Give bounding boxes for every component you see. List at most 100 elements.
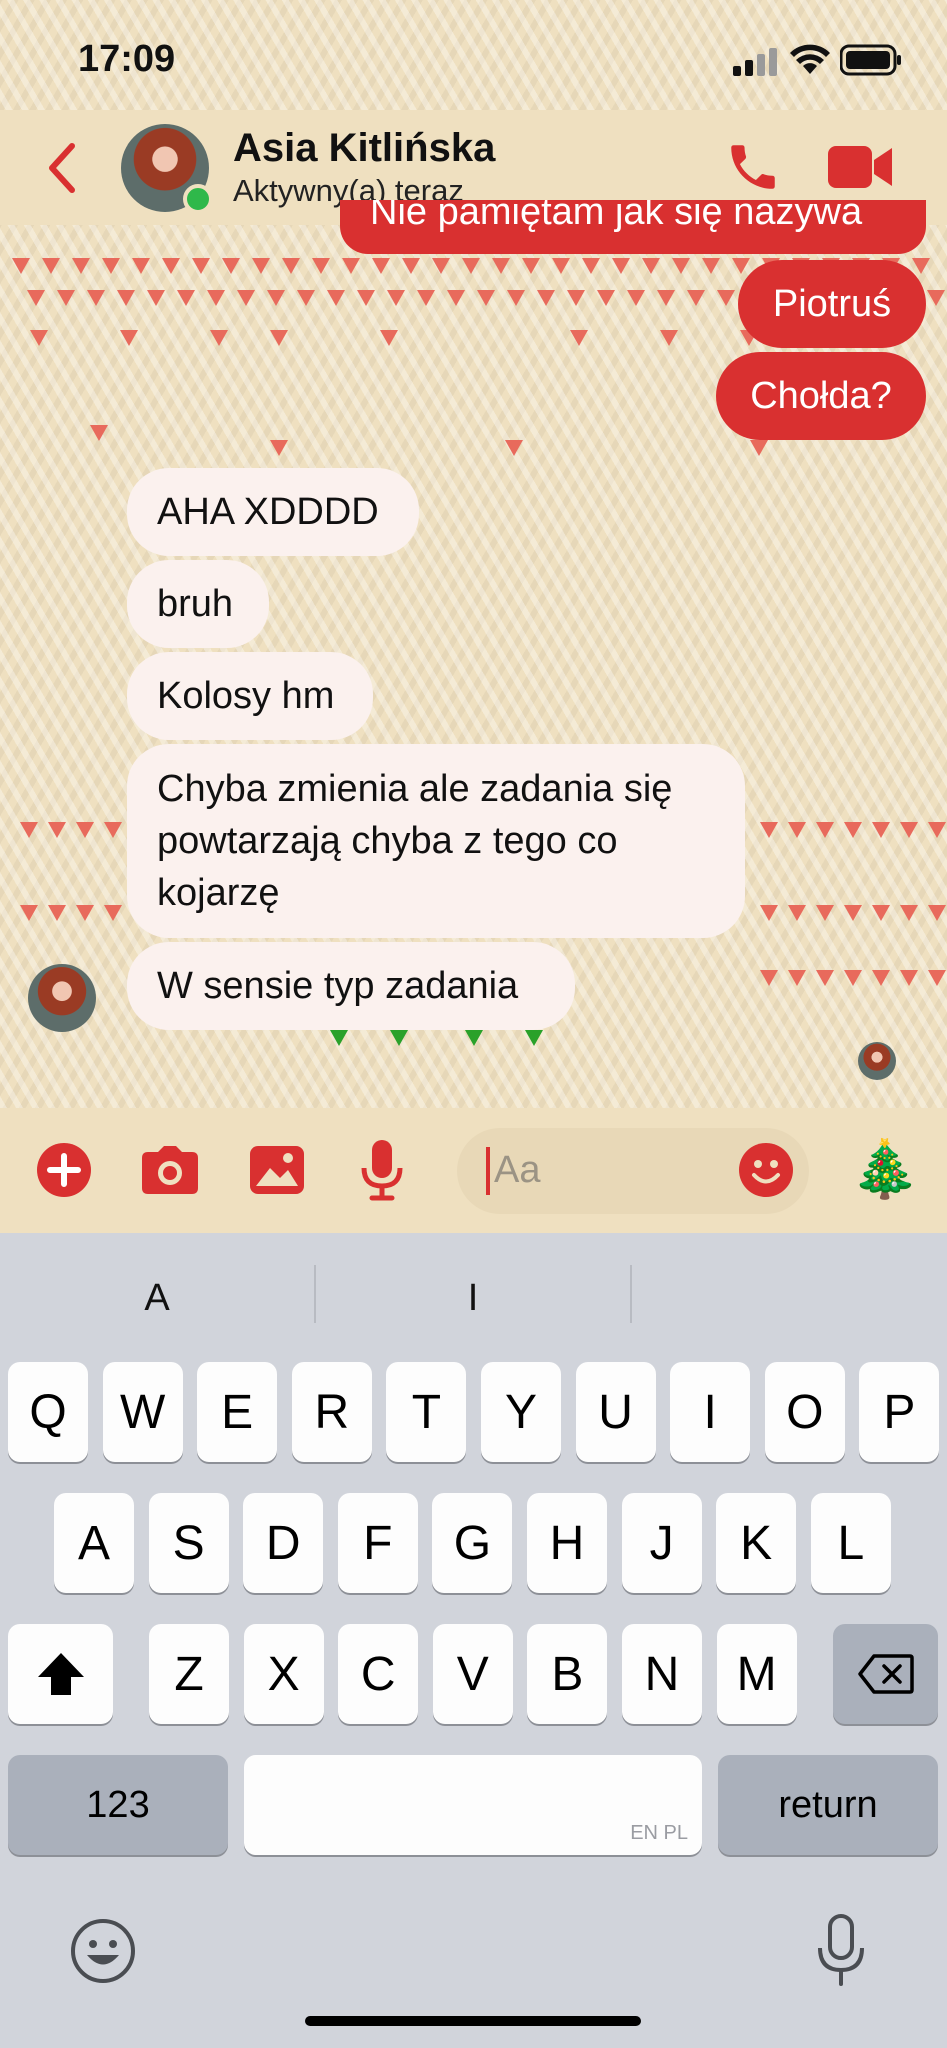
key-t[interactable]: T xyxy=(386,1362,467,1462)
key-j[interactable]: J xyxy=(621,1493,702,1593)
video-camera-icon[interactable] xyxy=(826,142,894,192)
knit-stitch xyxy=(207,290,225,306)
knit-stitch xyxy=(30,330,48,346)
message-input-placeholder: Aa xyxy=(494,1149,541,1191)
message-bubble-outgoing[interactable]: Chołda? xyxy=(716,352,926,440)
key-h[interactable]: H xyxy=(527,1493,607,1593)
key-m[interactable]: M xyxy=(716,1624,797,1724)
knit-stitch xyxy=(750,440,768,456)
knit-stitch xyxy=(162,258,180,274)
key-i[interactable]: I xyxy=(670,1362,751,1462)
emoji-key-icon[interactable] xyxy=(70,1918,136,1984)
status-time: 17:09 xyxy=(78,38,176,80)
message-bubble-incoming[interactable]: AHA XDDDD xyxy=(127,468,419,556)
knit-stitch xyxy=(380,330,398,346)
shift-key[interactable] xyxy=(8,1624,113,1724)
key-n[interactable]: N xyxy=(622,1624,702,1724)
knit-stitch xyxy=(844,970,862,986)
knit-stitch xyxy=(760,822,778,838)
knit-stitch xyxy=(102,258,120,274)
message-bubble-incoming[interactable]: W sensie typ zadania xyxy=(127,942,575,1030)
key-q[interactable]: Q xyxy=(8,1362,88,1462)
knit-stitch xyxy=(657,290,675,306)
image-icon[interactable] xyxy=(248,1144,306,1196)
quick-reaction-button[interactable]: 🎄 xyxy=(850,1136,920,1202)
plus-icon[interactable] xyxy=(36,1142,92,1198)
key-g[interactable]: G xyxy=(432,1493,513,1593)
key-c[interactable]: C xyxy=(338,1624,419,1724)
key-k[interactable]: K xyxy=(716,1493,797,1593)
message-bubble-outgoing[interactable]: Piotruś xyxy=(738,260,926,348)
smiley-icon[interactable] xyxy=(738,1142,794,1198)
key-r[interactable]: R xyxy=(291,1362,372,1462)
knit-stitch xyxy=(672,258,690,274)
knit-stitch xyxy=(297,290,315,306)
knit-stitch xyxy=(72,258,90,274)
knit-stitch xyxy=(816,822,834,838)
knit-stitch xyxy=(462,258,480,274)
suggestion-2[interactable]: I xyxy=(316,1268,630,1328)
phone-icon[interactable] xyxy=(724,138,782,196)
knit-stitch xyxy=(505,440,523,456)
knit-stitch xyxy=(237,290,255,306)
suggestion-1[interactable]: A xyxy=(0,1268,314,1328)
knit-stitch xyxy=(660,330,678,346)
knit-stitch xyxy=(177,290,195,306)
key-b[interactable]: B xyxy=(527,1624,608,1724)
key-v[interactable]: V xyxy=(432,1624,513,1724)
message-bubble-incoming[interactable]: Kolosy hm xyxy=(127,652,373,740)
knit-stitch xyxy=(507,290,525,306)
sender-avatar[interactable] xyxy=(28,964,96,1032)
contact-name[interactable]: Asia Kitlińska xyxy=(233,126,495,171)
key-y[interactable]: Y xyxy=(481,1362,561,1462)
message-bubble-outgoing[interactable]: Nie pamiętam jak się nazywa xyxy=(340,200,926,254)
space-bar[interactable]: EN PL xyxy=(244,1755,702,1855)
knit-stitch xyxy=(192,258,210,274)
knit-stitch xyxy=(76,822,94,838)
knit-stitch xyxy=(270,440,288,456)
key-d[interactable]: D xyxy=(243,1493,324,1593)
key-p[interactable]: P xyxy=(859,1362,940,1462)
knit-stitch xyxy=(477,290,495,306)
knit-stitch xyxy=(147,290,165,306)
wifi-icon xyxy=(790,44,830,76)
key-s[interactable]: S xyxy=(148,1493,229,1593)
message-bubble-incoming[interactable]: Chyba zmienia ale zadania się powtarzają… xyxy=(127,744,745,938)
key-x[interactable]: X xyxy=(243,1624,324,1724)
suggestion-3[interactable] xyxy=(632,1268,947,1328)
knit-stitch xyxy=(900,970,918,986)
knit-stitch xyxy=(612,258,630,274)
knit-stitch xyxy=(447,290,465,306)
return-key[interactable]: return xyxy=(718,1755,938,1855)
knit-stitch xyxy=(872,822,890,838)
knit-stitch xyxy=(788,822,806,838)
microphone-icon[interactable] xyxy=(360,1138,404,1202)
knit-stitch xyxy=(76,905,94,921)
key-a[interactable]: A xyxy=(54,1493,134,1593)
camera-icon[interactable] xyxy=(138,1142,202,1198)
dictation-icon[interactable] xyxy=(816,1914,866,1988)
key-l[interactable]: L xyxy=(810,1493,891,1593)
home-indicator xyxy=(305,2016,641,2026)
knit-stitch xyxy=(87,290,105,306)
numbers-key[interactable]: 123 xyxy=(8,1755,228,1855)
cellular-signal-icon xyxy=(733,48,779,76)
knit-stitch xyxy=(872,970,890,986)
knit-stitch xyxy=(342,258,360,274)
key-f[interactable]: F xyxy=(337,1493,418,1593)
knit-stitch xyxy=(117,290,135,306)
key-w[interactable]: W xyxy=(102,1362,183,1462)
knit-stitch xyxy=(48,905,66,921)
knit-stitch xyxy=(702,258,720,274)
key-z[interactable]: Z xyxy=(149,1624,229,1724)
knit-stitch xyxy=(282,258,300,274)
key-o[interactable]: O xyxy=(764,1362,845,1462)
back-chevron-icon[interactable] xyxy=(42,138,82,198)
backspace-key[interactable] xyxy=(833,1624,938,1724)
key-e[interactable]: E xyxy=(197,1362,278,1462)
key-u[interactable]: U xyxy=(575,1362,656,1462)
knit-stitch xyxy=(20,822,38,838)
knit-stitch xyxy=(270,330,288,346)
knit-stitch xyxy=(222,258,240,274)
message-bubble-incoming[interactable]: bruh xyxy=(127,560,269,648)
